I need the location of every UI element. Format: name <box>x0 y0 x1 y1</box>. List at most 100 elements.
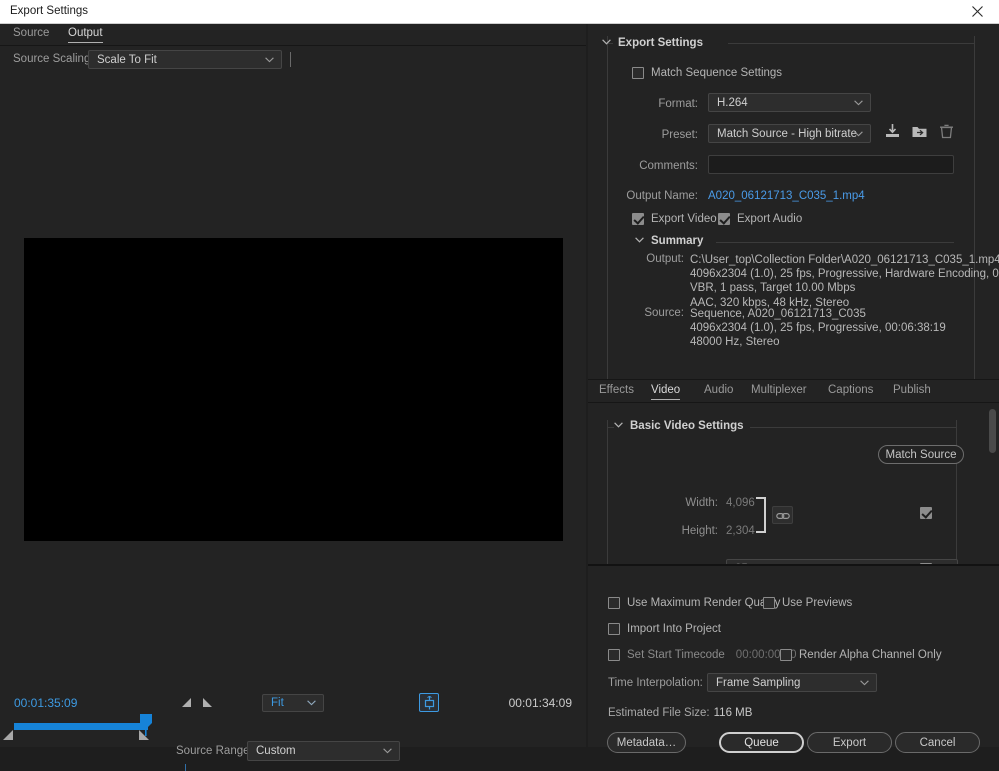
zoom-level-value: Fit <box>271 697 284 709</box>
queue-button[interactable]: Queue <box>719 732 804 753</box>
timeline-scrubber[interactable] <box>0 714 586 740</box>
set-out-point-icon[interactable] <box>201 696 214 709</box>
scrollbar-thumb[interactable] <box>989 409 996 453</box>
render-alpha-channel-only-checkbox[interactable] <box>780 649 792 661</box>
footer-divider <box>588 564 999 565</box>
basic-video-settings-title: Basic Video Settings <box>630 420 744 432</box>
chevron-down-icon <box>307 700 316 706</box>
basic-video-settings-header[interactable]: Basic Video Settings <box>614 420 750 432</box>
tab-captions[interactable]: Captions <box>828 384 873 399</box>
video-preview-frame[interactable] <box>24 238 563 541</box>
export-button[interactable]: Export <box>807 732 892 753</box>
tab-source[interactable]: Source <box>13 27 49 42</box>
use-previews-checkbox[interactable] <box>763 597 775 609</box>
source-scaling-label: Source Scaling: <box>13 53 94 65</box>
tab-publish[interactable]: Publish <box>893 384 931 399</box>
chevron-down-icon <box>854 130 863 137</box>
in-point-handle[interactable] <box>3 730 13 740</box>
footer-button-row: Metadata… Queue Export Cancel <box>588 732 999 754</box>
source-range-select[interactable]: Custom <box>247 741 400 761</box>
import-preset-icon[interactable] <box>884 123 901 140</box>
width-value[interactable]: 4,096 <box>726 497 755 509</box>
duration-timecode[interactable]: 00:01:34:09 <box>509 696 572 710</box>
preview-panel: Source Output Source Scaling: Scale To F… <box>0 24 586 771</box>
chevron-down-icon <box>265 56 274 63</box>
disclosure-triangle-icon[interactable] <box>635 236 644 246</box>
summary-source-key: Source: <box>644 307 684 319</box>
set-start-timecode-checkbox[interactable] <box>608 649 620 661</box>
tab-effects[interactable]: Effects <box>599 384 634 399</box>
summary-group-header[interactable]: Summary <box>635 235 703 247</box>
link-chain-icon[interactable] <box>772 506 793 524</box>
export-audio-row[interactable]: Export Audio <box>718 213 802 225</box>
width-height-enable-checkbox[interactable] <box>920 507 932 519</box>
preset-select[interactable]: Match Source - High bitrate <box>708 124 871 143</box>
window-titlebar: Export Settings <box>0 0 999 24</box>
use-maximum-render-quality-checkbox[interactable] <box>608 597 620 609</box>
summary-rule <box>716 242 954 243</box>
set-start-timecode-label: Set Start Timecode <box>627 649 725 661</box>
export-video-label: Export Video <box>651 213 717 225</box>
tab-output[interactable]: Output <box>68 27 103 43</box>
preset-value: Match Source - High bitrate <box>717 127 857 140</box>
delete-preset-icon[interactable] <box>938 123 955 140</box>
window-title: Export Settings <box>10 5 88 17</box>
match-sequence-settings-row[interactable]: Match Sequence Settings <box>632 67 782 79</box>
export-video-row[interactable]: Export Video <box>632 213 717 225</box>
tab-multiplexer[interactable]: Multiplexer <box>751 384 807 399</box>
render-alpha-channel-only-label: Render Alpha Channel Only <box>799 649 942 661</box>
cancel-button[interactable]: Cancel <box>895 732 980 753</box>
match-sequence-settings-checkbox[interactable] <box>632 67 644 79</box>
disclosure-triangle-icon[interactable] <box>602 38 611 48</box>
render-alpha-channel-only-row[interactable]: Render Alpha Channel Only <box>780 649 942 661</box>
time-interpolation-value: Frame Sampling <box>716 676 801 689</box>
tab-video[interactable]: Video <box>651 384 681 400</box>
tab-audio[interactable]: Audio <box>704 384 733 399</box>
video-settings-scrollbar[interactable] <box>988 403 997 565</box>
playhead-handle[interactable] <box>139 714 153 736</box>
export-preset-icon[interactable] <box>911 123 928 140</box>
height-value[interactable]: 2,304 <box>726 525 755 537</box>
summary-source-value: Sequence, A020_06121713_C035 4096x2304 (… <box>690 308 946 349</box>
preset-action-icons <box>884 123 955 140</box>
summary-output-key: Output: <box>646 253 684 265</box>
current-timecode[interactable]: 00:01:35:09 <box>14 696 77 710</box>
preview-stage <box>0 74 586 682</box>
export-audio-label: Export Audio <box>737 213 803 225</box>
use-maximum-render-quality-row[interactable]: Use Maximum Render Quality <box>608 597 780 609</box>
format-value: H.264 <box>717 96 748 109</box>
chevron-down-icon <box>860 679 869 686</box>
metadata-button[interactable]: Metadata… <box>607 732 686 753</box>
summary-title: Summary <box>651 235 704 247</box>
zoom-level-select[interactable]: Fit <box>262 694 324 712</box>
import-into-project-checkbox[interactable] <box>608 623 620 635</box>
source-scaling-value: Scale To Fit <box>97 53 157 66</box>
export-settings-group-header[interactable]: Export Settings <box>602 36 709 50</box>
estimated-file-size-value: 116 MB <box>713 707 753 719</box>
match-source-button[interactable]: Match Source <box>878 445 964 464</box>
timeline-bottom-tick <box>185 764 186 771</box>
comments-input[interactable] <box>708 155 954 174</box>
use-previews-row[interactable]: Use Previews <box>763 597 852 609</box>
source-scaling-select[interactable]: Scale To Fit <box>88 50 282 69</box>
preview-tabs: Source Output <box>0 24 586 46</box>
set-start-timecode-row[interactable]: Set Start Timecode 00:00:00:00 <box>608 649 797 661</box>
close-icon[interactable] <box>955 0 999 23</box>
export-settings-group-title: Export Settings <box>618 37 709 49</box>
export-video-checkbox[interactable] <box>632 213 644 225</box>
time-interpolation-select[interactable]: Frame Sampling <box>707 673 877 692</box>
estimated-file-size-label: Estimated File Size: <box>608 707 710 719</box>
summary-output-value: C:\User_top\Collection Folder\A020_06121… <box>690 254 999 309</box>
set-in-point-icon[interactable] <box>180 696 193 709</box>
disclosure-triangle-icon[interactable] <box>614 421 623 431</box>
format-select[interactable]: H.264 <box>708 93 871 112</box>
chevron-down-icon <box>383 748 392 754</box>
import-into-project-row[interactable]: Import Into Project <box>608 623 721 635</box>
settings-tabs: Effects Video Audio Multiplexer Captions… <box>588 379 999 403</box>
export-audio-checkbox[interactable] <box>718 213 730 225</box>
work-area-bar[interactable] <box>14 723 148 730</box>
preset-label: Preset: <box>661 129 698 141</box>
output-name-link[interactable]: A020_06121713_C035_1.mp4 <box>708 190 865 202</box>
comments-label: Comments: <box>639 160 698 172</box>
source-range-icon[interactable] <box>419 693 439 712</box>
